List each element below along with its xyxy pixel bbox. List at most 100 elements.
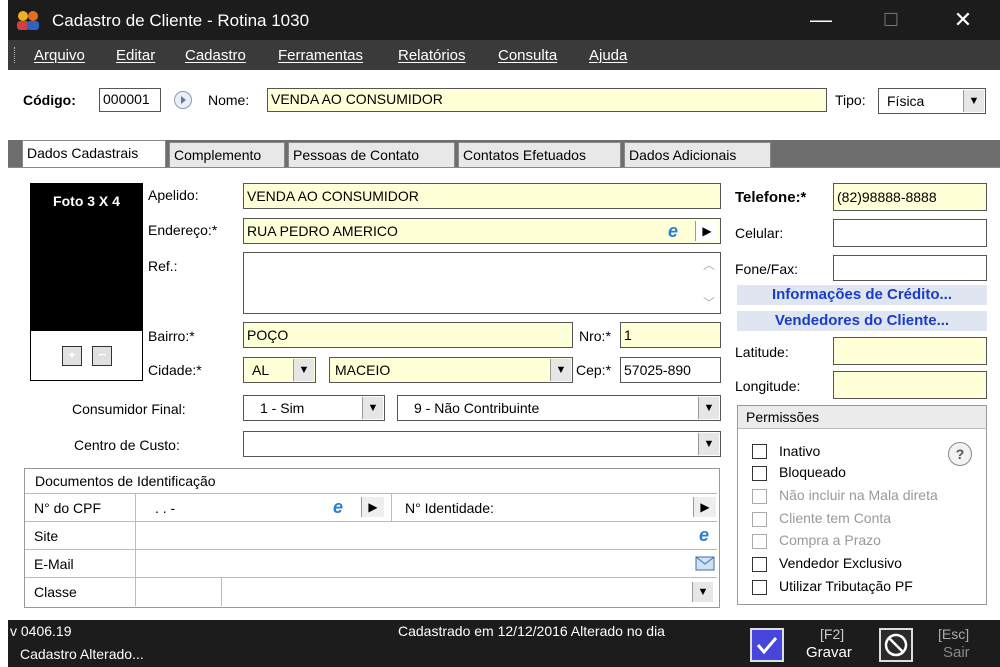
tipo-select[interactable]: Física ▼	[878, 88, 986, 114]
ref-label: Ref.:	[148, 258, 178, 274]
bairro-label: Bairro:*	[148, 328, 195, 344]
grid-divider	[135, 522, 136, 550]
tipo-value: Física	[887, 93, 925, 109]
tributacao-pf-checkbox[interactable]	[752, 580, 767, 595]
email-send-icon[interactable]	[695, 554, 715, 572]
identidade-arrow-button[interactable]: ▶	[693, 497, 716, 517]
cliente-conta-label: Cliente tem Conta	[779, 510, 892, 526]
cep-field[interactable]: 57025-890	[620, 357, 721, 383]
celular-label: Celular:	[735, 225, 784, 241]
tab-complemento[interactable]: Complemento	[169, 142, 285, 167]
close-button[interactable]: ✕	[940, 0, 986, 40]
email-label: E-Mail	[34, 556, 74, 572]
maximize-button[interactable]: ☐	[868, 0, 914, 40]
site-label: Site	[34, 528, 59, 544]
chevron-down-icon: ▼	[293, 359, 314, 381]
grid-divider	[135, 550, 136, 578]
codigo-label: Código:	[23, 92, 76, 108]
site-row: Site e	[25, 521, 717, 550]
nome-label: Nome:	[208, 92, 250, 108]
classe-chevron-down-icon[interactable]: ▼	[692, 582, 713, 602]
bairro-field[interactable]: POÇO	[243, 322, 573, 348]
bloqueado-checkbox[interactable]	[752, 466, 767, 481]
mala-direta-label: Não incluir na Mala direta	[779, 487, 938, 503]
contribuinte-select[interactable]: 9 - Não Contribuinte ▼	[397, 395, 721, 421]
centro-custo-select[interactable]: ▼	[243, 431, 721, 457]
consumidor-final-select[interactable]: 1 - Sim ▼	[243, 395, 385, 421]
ref-textarea[interactable]	[243, 252, 721, 314]
exit-key-label: [Esc]	[938, 626, 970, 642]
menu-relatorios[interactable]: Relatórios	[398, 47, 466, 64]
cpf-arrow-button[interactable]: ▶	[361, 497, 384, 517]
fonefax-field[interactable]	[833, 255, 987, 281]
menu-grip	[14, 47, 18, 63]
exit-label[interactable]: Sair	[943, 644, 970, 661]
search-arrow-icon[interactable]	[173, 90, 193, 110]
map-globe-icon[interactable]: e	[662, 221, 684, 241]
inativo-checkbox[interactable]	[752, 444, 767, 459]
save-label[interactable]: Gravar	[806, 644, 852, 661]
fonefax-label: Fone/Fax:	[735, 261, 799, 277]
menu-bar: Arquivo Editar Cadastro Ferramentas Rela…	[8, 40, 1000, 70]
exit-button[interactable]	[879, 628, 913, 662]
uf-value: AL	[252, 362, 270, 378]
contribuinte-value: 9 - Não Contribuinte	[414, 400, 540, 416]
apelido-label: Apelido:	[148, 187, 199, 203]
vendedor-exclusivo-checkbox[interactable]	[752, 557, 767, 572]
endereco-value: RUA PEDRO AMERICO	[247, 223, 398, 239]
cidade-value: MACEIO	[335, 362, 391, 378]
cpf-label: N° do CPF	[34, 500, 102, 516]
telefone-field[interactable]: (82)98888-8888	[833, 183, 987, 211]
latitude-field[interactable]	[833, 337, 987, 365]
longitude-field[interactable]	[833, 371, 987, 399]
celular-field[interactable]	[833, 219, 987, 247]
remove-photo-button[interactable]: −	[92, 346, 112, 366]
vendedor-exclusivo-label: Vendedor Exclusivo	[779, 555, 902, 571]
menu-ajuda[interactable]: Ajuda	[589, 47, 627, 64]
tab-pessoas-contato[interactable]: Pessoas de Contato	[288, 142, 455, 167]
window-title: Cadastro de Cliente - Rotina 1030	[52, 11, 310, 30]
apelido-field[interactable]: VENDA AO CONSUMIDOR	[243, 183, 721, 209]
title-bar[interactable]: Cadastro de Cliente - Rotina 1030 — ☐ ✕	[8, 0, 1000, 40]
nome-field[interactable]: VENDA AO CONSUMIDOR	[267, 88, 827, 112]
ref-scroll-down-icon[interactable]: ﹀	[703, 294, 715, 311]
cidade-select[interactable]: MACEIO ▼	[329, 357, 573, 383]
menu-ferramentas[interactable]: Ferramentas	[278, 47, 363, 64]
tab-contatos-efetuados[interactable]: Contatos Efetuados	[458, 142, 621, 167]
site-globe-icon[interactable]: e	[693, 525, 715, 545]
menu-consulta[interactable]: Consulta	[498, 47, 557, 64]
cidade-label: Cidade:*	[148, 362, 202, 378]
app-users-icon	[14, 9, 42, 31]
permissoes-title: Permissões	[746, 409, 820, 425]
codigo-field[interactable]: 000001	[99, 88, 161, 112]
vendedores-cliente-link[interactable]: Vendedores do Cliente...	[737, 311, 987, 331]
mala-direta-checkbox[interactable]	[752, 489, 767, 504]
nro-field[interactable]: 1	[620, 322, 721, 348]
endereco-field[interactable]: RUA PEDRO AMERICO	[243, 218, 721, 244]
minimize-button[interactable]: —	[798, 0, 844, 40]
menu-cadastro[interactable]: Cadastro	[185, 47, 246, 64]
cadastro-info-text: Cadastrado em 12/12/2016 Alterado no dia	[398, 623, 665, 639]
uf-select[interactable]: AL ▼	[243, 357, 316, 383]
cpf-globe-icon[interactable]: e	[327, 497, 349, 517]
menu-arquivo[interactable]: Arquivo	[34, 47, 85, 64]
compra-prazo-label: Compra a Prazo	[779, 532, 881, 548]
ref-scroll-up-icon[interactable]: ︿	[703, 256, 715, 273]
grid-divider	[135, 578, 136, 606]
menu-editar[interactable]: Editar	[116, 47, 155, 64]
tab-dados-adicionais[interactable]: Dados Adicionais	[624, 142, 771, 167]
grid-divider	[135, 494, 136, 522]
cpf-field[interactable]: . . -	[155, 500, 175, 516]
consumidor-final-value: 1 - Sim	[260, 400, 305, 416]
photo-frame[interactable]: Foto 3 X 4 + −	[30, 183, 143, 381]
save-button[interactable]	[750, 628, 784, 662]
tab-dados-cadastrais[interactable]: Dados Cadastrais	[22, 140, 166, 167]
telefone-label: Telefone:*	[735, 189, 807, 206]
cliente-conta-checkbox[interactable]	[752, 512, 767, 527]
endereco-arrow-button[interactable]: ▶	[695, 221, 718, 241]
informacoes-credito-link[interactable]: Informações de Crédito...	[737, 285, 987, 305]
compra-prazo-checkbox[interactable]	[752, 534, 767, 549]
help-icon[interactable]: ?	[948, 442, 972, 466]
identidade-label: N° Identidade:	[405, 500, 494, 516]
add-photo-button[interactable]: +	[62, 346, 82, 366]
